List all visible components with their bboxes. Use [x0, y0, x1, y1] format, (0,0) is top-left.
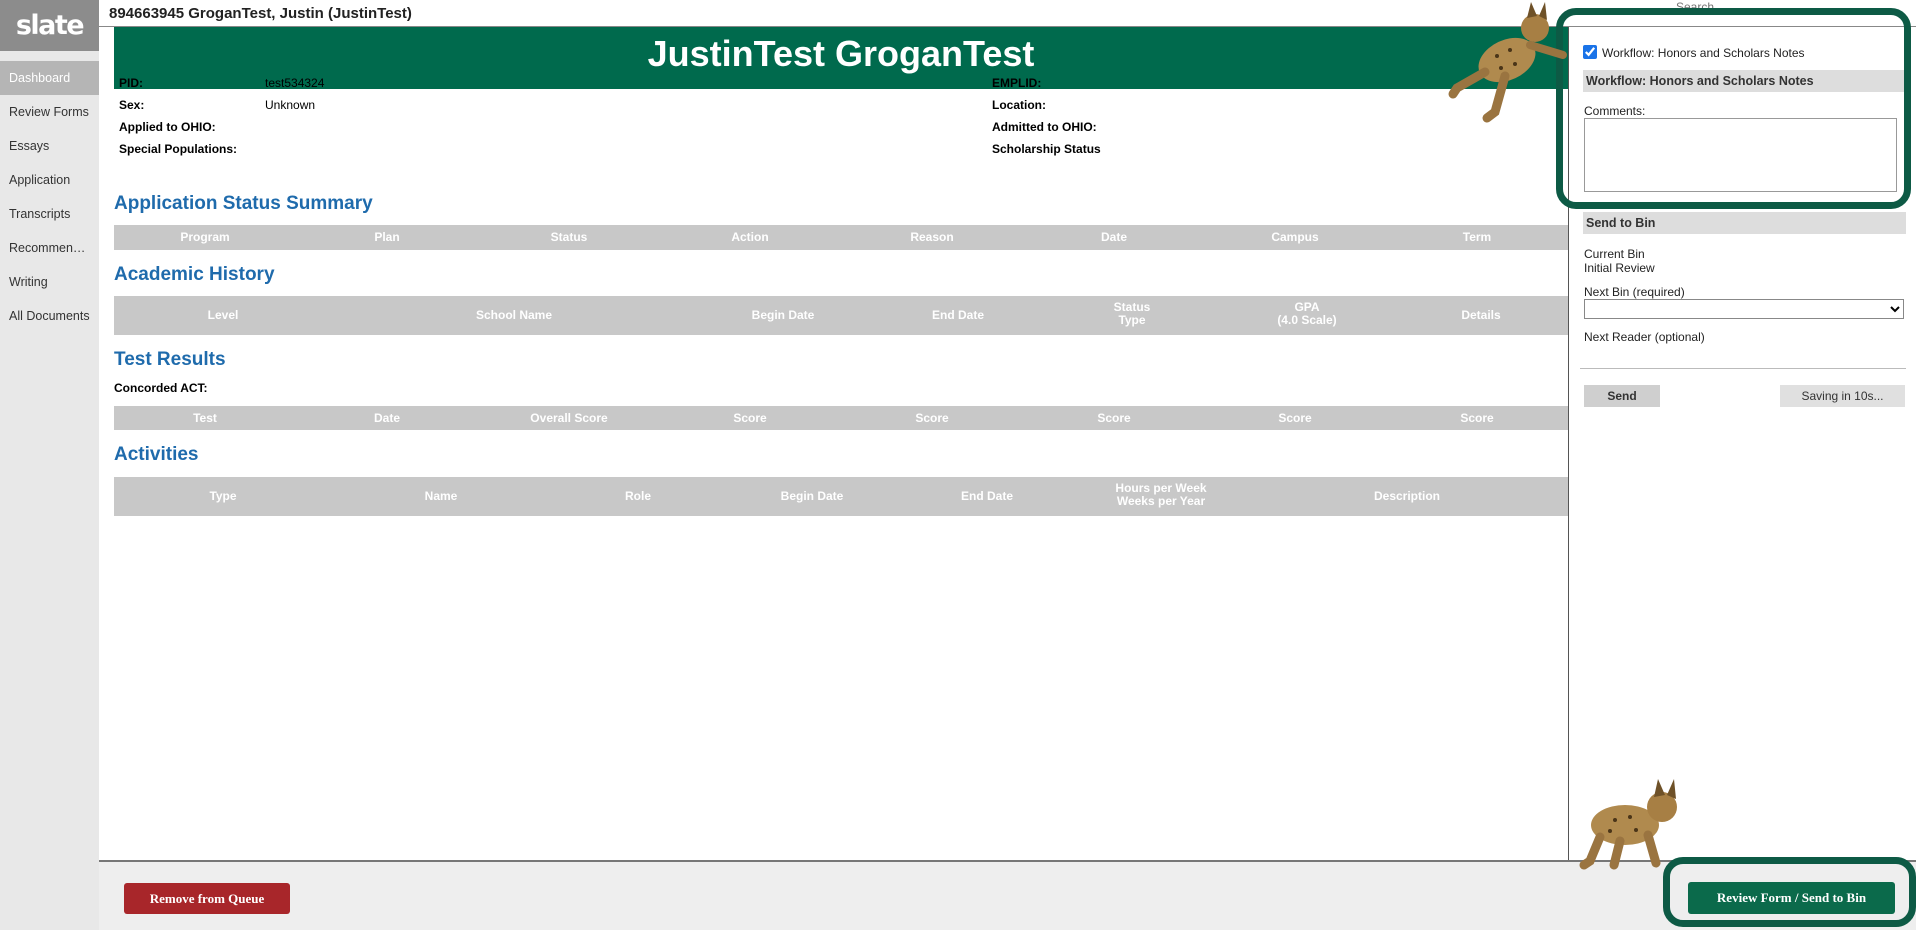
academic-history-table-header: Level School Name Begin Date End Date St…	[114, 296, 1568, 335]
current-bin-value: Initial Review	[1584, 261, 1655, 275]
send-to-bin-header: Send to Bin	[1583, 212, 1906, 234]
sex-label: Sex:	[119, 98, 145, 112]
section-title-academic-history: Academic History	[114, 264, 275, 285]
special-populations-label: Special Populations:	[119, 142, 238, 156]
col-score-2: Score	[915, 411, 949, 425]
emplid-label: EMPLID:	[992, 76, 1042, 90]
col-role: Role	[624, 489, 652, 503]
nav-item-recommendations[interactable]: Recommendati...	[0, 231, 99, 265]
col-details: Details	[1461, 308, 1501, 322]
remove-from-queue-button[interactable]: Remove from Queue	[124, 883, 290, 914]
col-status: Status	[550, 230, 588, 244]
col-score-5: Score	[1460, 411, 1494, 425]
highlight-workflow-box	[1556, 8, 1911, 209]
col-begin-date: Begin Date	[780, 489, 844, 503]
col-begin-date: Begin Date	[751, 308, 815, 322]
current-bin-label: Current Bin	[1584, 247, 1645, 261]
col-campus: Campus	[1271, 230, 1319, 244]
applicant-name-banner: JustinTest GroganTest	[114, 27, 1568, 89]
scholarship-status-label: Scholarship Status	[992, 142, 1101, 156]
col-gpa: GPA (4.0 Scale)	[1277, 300, 1337, 327]
left-nav: slate Dashboard Review Forms Essays Appl…	[0, 0, 99, 930]
section-title-application-status: Application Status Summary	[114, 193, 373, 214]
col-type: Type	[209, 489, 237, 503]
col-level: Level	[207, 308, 239, 322]
concorded-act-label: Concorded ACT:	[114, 381, 208, 395]
nav-item-all-documents[interactable]: All Documents	[0, 299, 99, 333]
col-score-4: Score	[1278, 411, 1312, 425]
col-term: Term	[1462, 230, 1492, 244]
send-button[interactable]: Send	[1584, 385, 1660, 407]
col-score-1: Score	[733, 411, 767, 425]
nav-item-review-forms[interactable]: Review Forms	[0, 95, 99, 129]
saving-status-button[interactable]: Saving in 10s...	[1780, 385, 1905, 407]
test-results-table-header: Test Date Overall Score Score Score Scor…	[114, 406, 1568, 430]
col-test-date: Date	[373, 411, 401, 425]
nav-item-writing[interactable]: Writing	[0, 265, 99, 299]
lynx-mascot-icon	[1579, 779, 1677, 870]
col-overall-score: Overall Score	[530, 411, 608, 425]
application-status-table-header: Program Plan Status Action Reason Date C…	[114, 225, 1568, 250]
location-label: Location:	[992, 98, 1046, 112]
main-content: JustinTest GroganTest PID: test534324 Se…	[99, 27, 1568, 860]
panel-separator	[1580, 368, 1906, 369]
col-school-name: School Name	[475, 308, 553, 322]
col-plan: Plan	[374, 230, 400, 244]
col-end-date: End Date	[931, 308, 985, 322]
col-status-type: Status Type	[1113, 300, 1151, 327]
lynx-mascot-icon	[1448, 2, 1567, 123]
page-title: 894663945 GroganTest, Justin (JustinTest…	[109, 5, 412, 22]
col-name: Name	[424, 489, 458, 503]
applied-label: Applied to OHIO:	[119, 120, 216, 134]
next-reader-label: Next Reader (optional)	[1584, 330, 1705, 344]
nav-item-application[interactable]: Application	[0, 163, 99, 197]
admitted-label: Admitted to OHIO:	[992, 120, 1097, 134]
next-bin-label: Next Bin (required)	[1584, 285, 1685, 299]
next-bin-select[interactable]	[1584, 299, 1904, 319]
col-score-3: Score	[1097, 411, 1131, 425]
section-title-activities: Activities	[114, 444, 199, 465]
review-form-send-to-bin-button[interactable]: Review Form / Send to Bin	[1688, 882, 1895, 914]
activities-table-header: Type Name Role Begin Date End Date Hours…	[114, 477, 1568, 516]
col-test: Test	[193, 411, 217, 425]
section-title-test-results: Test Results	[114, 349, 226, 370]
col-description: Description	[1373, 489, 1441, 503]
pid-value: test534324	[265, 76, 325, 90]
slate-logo[interactable]: slate	[0, 0, 99, 51]
col-action: Action	[731, 230, 769, 244]
col-program: Program	[180, 230, 230, 244]
col-end-date: End Date	[960, 489, 1014, 503]
pid-label: PID:	[119, 76, 143, 90]
sex-value: Unknown	[265, 98, 316, 112]
col-date: Date	[1100, 230, 1128, 244]
col-hours-weeks: Hours per Week Weeks per Year	[1115, 481, 1207, 508]
nav-item-transcripts[interactable]: Transcripts	[0, 197, 99, 231]
nav-item-essays[interactable]: Essays	[0, 129, 99, 163]
nav-item-dashboard[interactable]: Dashboard	[0, 61, 99, 95]
col-reason: Reason	[910, 230, 954, 244]
